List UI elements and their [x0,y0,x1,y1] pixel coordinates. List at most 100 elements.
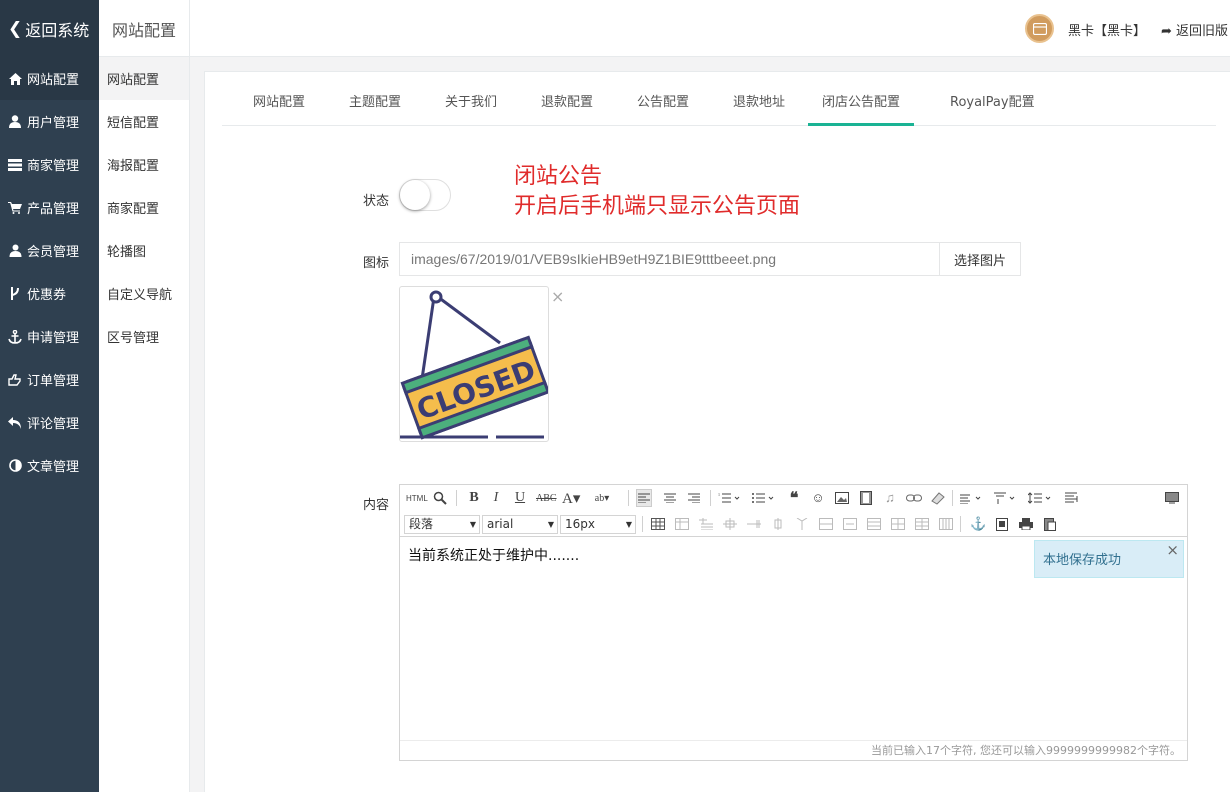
tab-refund-address[interactable]: 退款地址 [719,72,799,126]
anchor-icon[interactable]: ⚓ [970,515,986,533]
sidebar-item-comments[interactable]: 评论管理 [0,401,99,444]
icon-path-input[interactable]: images/67/2019/01/VEB9sIkieHB9etH9Z1BIE9… [399,242,940,276]
strikethrough-icon[interactable]: ABC [536,489,557,507]
status-toggle[interactable] [399,179,451,211]
sidebar-item-articles[interactable]: 文章管理 [0,444,99,487]
chevron-down-icon: ▼ [625,520,632,529]
font-size-select[interactable]: 16px ▼ [560,515,636,534]
subnav-item-merchant[interactable]: 商家配置 [99,186,189,229]
icon-preview-image: CLOSED [399,286,549,442]
align-left-icon[interactable] [636,489,652,507]
back-to-system-button[interactable]: ❮ 返回系统 [0,0,99,57]
insert-table-icon[interactable] [650,515,666,533]
notice-title: 闭站公告 [514,164,603,189]
tab-royalpay-config[interactable]: RoyalPay配置 [936,72,1049,126]
avatar[interactable] [1025,14,1054,43]
paragraph-spacing-icon[interactable] [1064,489,1080,507]
sidebar-item-merchants[interactable]: 商家管理 [0,143,99,186]
sidebar-item-coupons[interactable]: 优惠券 [0,272,99,315]
sign-out-icon: ➦ [1161,24,1172,39]
table-props-icon[interactable] [674,515,690,533]
delete-row-icon[interactable] [746,515,762,533]
close-icon[interactable]: × [1166,530,1179,570]
text-align-dropdown-icon[interactable] [960,489,986,507]
paragraph-format-select[interactable]: 段落 ▼ [404,515,480,534]
sidebar-item-users[interactable]: 用户管理 [0,100,99,143]
user-name[interactable]: 黑卡【黑卡】 [1068,20,1146,39]
ordered-list-icon[interactable]: 1 [718,489,740,507]
align-center-icon[interactable] [662,489,678,507]
editor-toolbar-row-2: 段落 ▼ arial ▼ 16px ▼ ⚓ [400,511,1187,537]
sidebar-item-members[interactable]: 会员管理 [0,229,99,272]
format-value: 段落 [409,517,434,531]
delete-column-icon[interactable] [794,515,810,533]
italic-icon[interactable]: I [488,489,504,507]
sidebar-item-label: 申请管理 [27,331,80,346]
subnav-item-area-code[interactable]: 区号管理 [99,315,189,358]
chevron-down-icon: ▼ [469,520,476,529]
image-icon[interactable] [834,489,850,507]
tab-theme-config[interactable]: 主题配置 [335,72,415,126]
video-icon[interactable] [858,489,874,507]
insert-column-icon[interactable] [770,515,786,533]
fullscreen-icon[interactable] [1164,489,1180,507]
editor-content[interactable]: 当前系统正处于维护中....... [408,545,579,565]
tab-refund-config[interactable]: 退款配置 [527,72,607,126]
toolbar-separator [642,516,643,532]
branch-icon [7,287,23,301]
notice-description: 开启后手机端只显示公告页面 [514,194,801,219]
underline-icon[interactable]: U [512,489,528,507]
eraser-icon[interactable] [930,489,946,507]
subnav-item-carousel[interactable]: 轮播图 [99,229,189,272]
sidebar-item-products[interactable]: 产品管理 [0,186,99,229]
bold-icon[interactable]: B [466,489,482,507]
remove-image-icon[interactable]: × [551,287,564,306]
top-header: 网站配置 黑卡【黑卡】 ➦ 返回旧版 [99,0,1230,57]
preview-zoom-icon[interactable] [432,489,448,507]
reply-icon [7,416,23,430]
toolbar-separator [960,516,961,532]
sidebar-item-label: 文章管理 [27,460,80,475]
spell-check-icon[interactable]: ab▾ [594,489,610,507]
character-counter: 当前已输入17个字符, 您还可以输入9999999999982个字符。 [871,744,1181,757]
merge-down-icon[interactable] [866,515,882,533]
members-icon [7,244,23,258]
merge-right-icon[interactable] [842,515,858,533]
font-family-select[interactable]: arial ▼ [482,515,558,534]
paste-icon[interactable] [1042,515,1058,533]
sidebar-item-site-config[interactable]: 网站配置 [0,57,99,100]
sidebar-item-applications[interactable]: 申请管理 [0,315,99,358]
subnav-item-sms[interactable]: 短信配置 [99,100,189,143]
subnav-item-custom-nav[interactable]: 自定义导航 [99,272,189,315]
emoji-icon[interactable]: ☺ [810,489,826,507]
old-version-label: 返回旧版 [1176,24,1229,39]
indent-dropdown-icon[interactable] [994,489,1020,507]
align-right-icon[interactable] [686,489,702,507]
music-icon[interactable]: ♫ [882,489,898,507]
split-cols-icon[interactable] [938,515,954,533]
insert-caption-icon[interactable] [698,515,714,533]
unordered-list-icon[interactable] [752,489,774,507]
sidebar-item-orders[interactable]: 订单管理 [0,358,99,401]
split-rows-icon[interactable] [914,515,930,533]
page-break-icon[interactable] [994,515,1010,533]
tab-announcement-config[interactable]: 公告配置 [623,72,703,126]
font-color-icon[interactable]: A▾ [562,489,580,507]
select-image-button[interactable]: 选择图片 [939,242,1021,276]
line-height-dropdown-icon[interactable] [1028,489,1054,507]
link-icon[interactable] [906,489,922,507]
print-icon[interactable] [1018,515,1034,533]
insert-row-icon[interactable] [722,515,738,533]
html-source-icon[interactable]: HTML [406,489,428,507]
sidebar-item-label: 网站配置 [27,73,80,88]
toolbar-separator [628,490,629,506]
split-cells-icon[interactable] [890,515,906,533]
old-version-link[interactable]: ➦ 返回旧版 [1161,20,1228,39]
tab-site-config[interactable]: 网站配置 [239,72,319,126]
blockquote-icon[interactable]: ❝ [786,489,802,507]
tab-about-us[interactable]: 关于我们 [431,72,511,126]
tab-closed-store-notice[interactable]: 闭店公告配置 [808,72,915,126]
merge-cells-icon[interactable] [818,515,834,533]
subnav-item-poster[interactable]: 海报配置 [99,143,189,186]
subnav-item-site-config[interactable]: 网站配置 [99,57,189,100]
